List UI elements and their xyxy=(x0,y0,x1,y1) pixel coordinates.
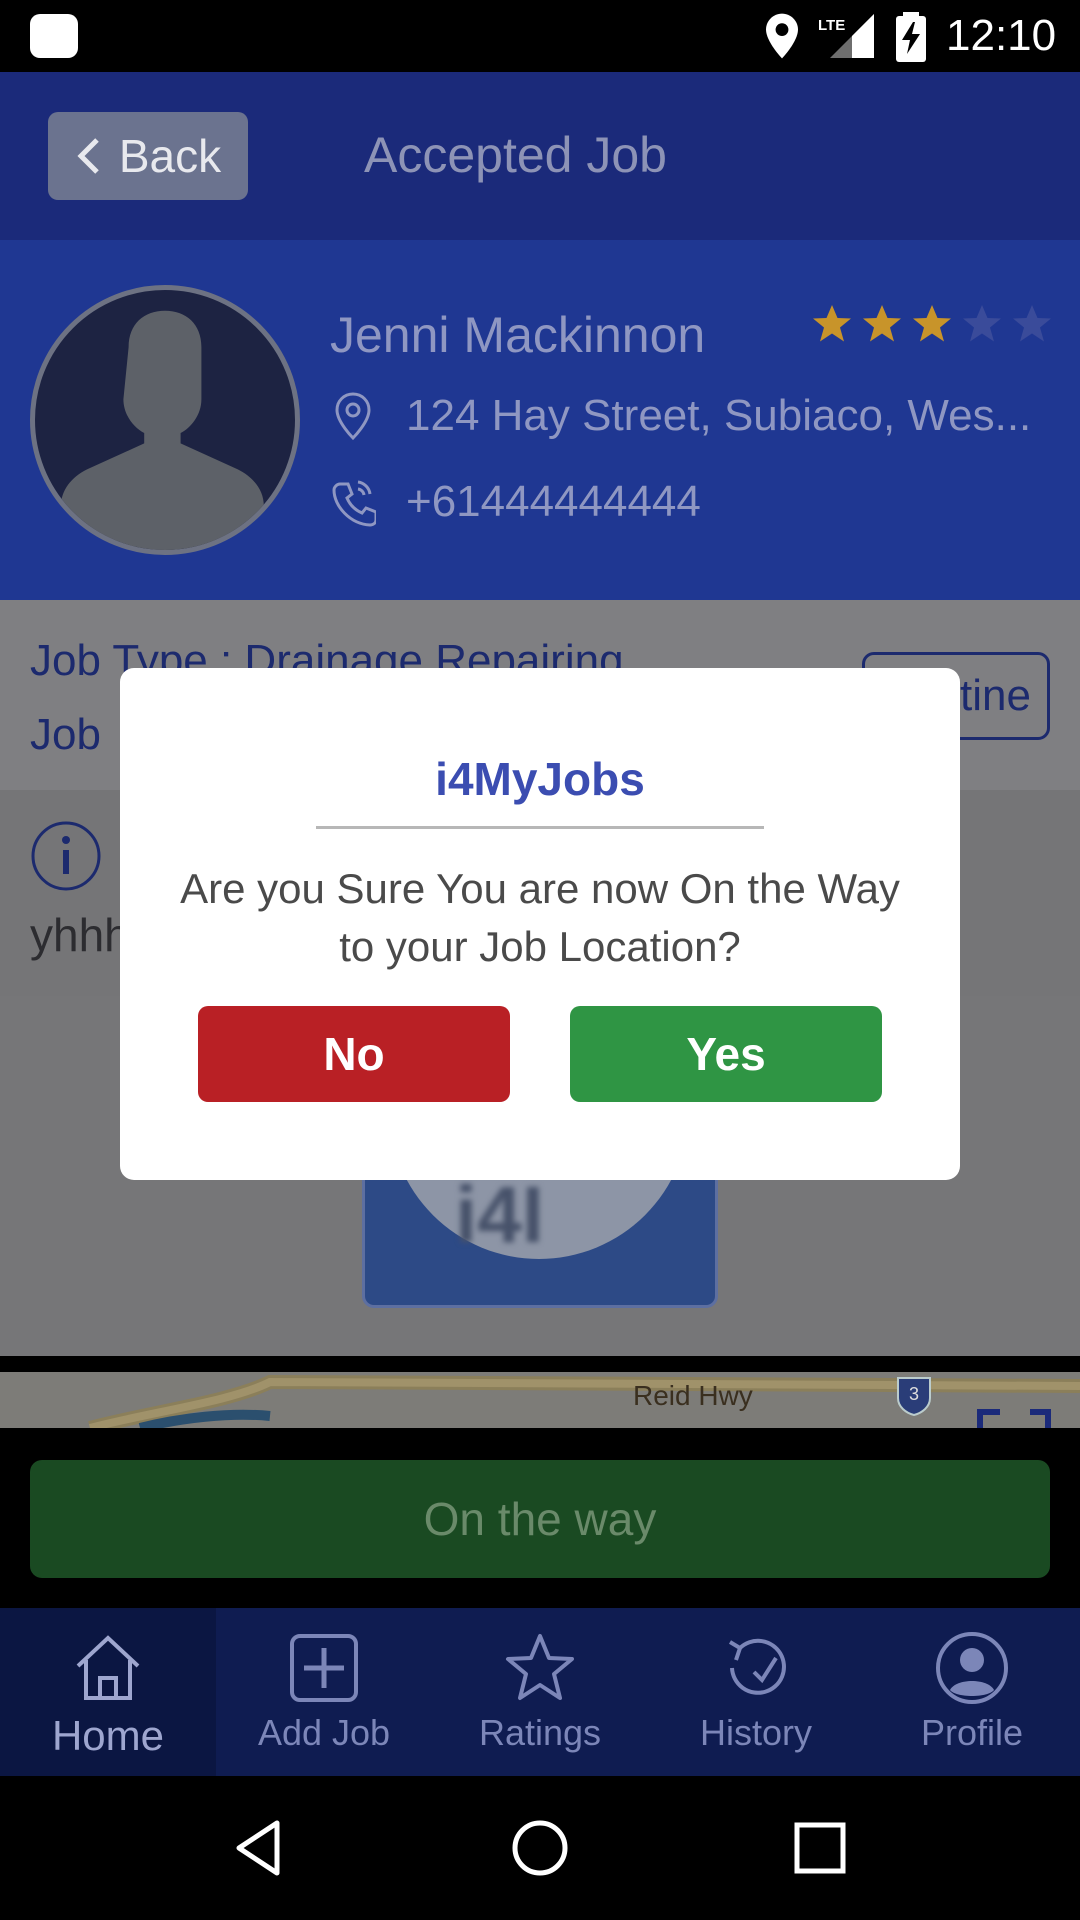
customer-address: 124 Hay Street, Subiaco, Wes... xyxy=(406,391,1032,440)
nav-add-job[interactable]: Add Job xyxy=(216,1608,432,1776)
nav-ratings-label: Ratings xyxy=(478,1712,602,1753)
lte-label: LTE xyxy=(818,17,845,34)
star-filled-icon xyxy=(913,305,951,342)
customer-phone: +61444444444 xyxy=(406,477,701,526)
customer-name: Jenni Mackinnon xyxy=(330,307,706,363)
job-notes: yhhh xyxy=(30,909,130,961)
app-bar: Back Accepted Job xyxy=(0,72,1080,240)
history-icon xyxy=(728,1638,786,1695)
nav-home[interactable]: Home xyxy=(0,1608,216,1776)
yes-label: Yes xyxy=(686,1028,766,1080)
dialog-title: i4MyJobs xyxy=(435,753,645,805)
page-title: Accepted Job xyxy=(364,127,667,183)
status-bar: LTE 12:10 xyxy=(0,0,1080,72)
nav-history-label: History xyxy=(699,1712,812,1753)
person-placeholder-icon xyxy=(61,310,264,550)
system-navigation-bar xyxy=(0,1776,1080,1920)
add-job-icon xyxy=(290,1634,358,1702)
nav-home-label: Home xyxy=(51,1712,165,1759)
nav-ratings[interactable]: Ratings xyxy=(432,1608,648,1776)
customer-panel: Jenni Mackinnon 124 Hay Street, Subiaco,… xyxy=(0,240,1080,600)
highway-shield-icon: 3 xyxy=(897,1377,931,1416)
nav-history[interactable]: History xyxy=(648,1608,864,1776)
phone-icon xyxy=(332,480,376,527)
nav-add-job-label: Add Job xyxy=(257,1712,391,1753)
battery-charging-icon xyxy=(896,12,926,62)
avatar xyxy=(30,285,300,555)
logo-text: i4I xyxy=(455,1170,544,1259)
system-home-icon[interactable] xyxy=(507,1815,573,1881)
map-view[interactable]: Reid Hwy 3 xyxy=(0,1372,1080,1428)
bottom-navigation: Home Add Job Ratings History Profile xyxy=(0,1608,1080,1776)
nav-profile-label: Profile xyxy=(920,1712,1024,1753)
address-row[interactable]: 124 Hay Street, Subiaco, Wes... xyxy=(330,390,1031,442)
confirm-dialog: i4MyJobs Are you Sure You are now On the… xyxy=(120,668,960,1180)
yes-button[interactable]: Yes xyxy=(570,1006,882,1102)
rating-stars xyxy=(810,302,1054,346)
location-pin-icon xyxy=(335,392,371,441)
no-button[interactable]: No xyxy=(198,1006,510,1102)
job-detail: Job xyxy=(30,710,101,759)
chevron-left-icon xyxy=(77,138,99,174)
company-logo-image[interactable]: i4I xyxy=(362,1166,718,1308)
system-recents-icon[interactable] xyxy=(787,1815,853,1881)
star-filled-icon xyxy=(813,305,851,342)
system-back-icon[interactable] xyxy=(227,1815,293,1881)
star-filled-icon xyxy=(863,305,901,342)
back-label: Back xyxy=(118,130,222,182)
signal-icon: LTE xyxy=(818,14,874,58)
home-icon xyxy=(76,1635,140,1700)
info-icon xyxy=(31,821,101,891)
dialog-divider xyxy=(316,826,764,829)
star-icon xyxy=(506,1634,574,1700)
notification-app-icon xyxy=(30,14,78,58)
star-empty-icon xyxy=(1013,305,1051,342)
on-the-way-label: On the way xyxy=(423,1493,657,1545)
star-empty-icon xyxy=(963,305,1001,342)
routine-label: tine xyxy=(960,671,1031,720)
nav-profile[interactable]: Profile xyxy=(864,1608,1080,1776)
dialog-message: Are you Sure You are now On the Way to y… xyxy=(180,865,900,970)
phone-row[interactable]: +61444444444 xyxy=(330,476,701,528)
no-label: No xyxy=(323,1028,385,1080)
back-button[interactable]: Back xyxy=(48,112,248,200)
location-icon xyxy=(766,13,798,59)
clock: 12:10 xyxy=(946,11,1057,60)
highway-number: 3 xyxy=(909,1384,919,1404)
map-road-label: Reid Hwy xyxy=(633,1380,753,1411)
on-the-way-button[interactable]: On the way xyxy=(30,1460,1050,1578)
profile-icon xyxy=(936,1632,1008,1704)
